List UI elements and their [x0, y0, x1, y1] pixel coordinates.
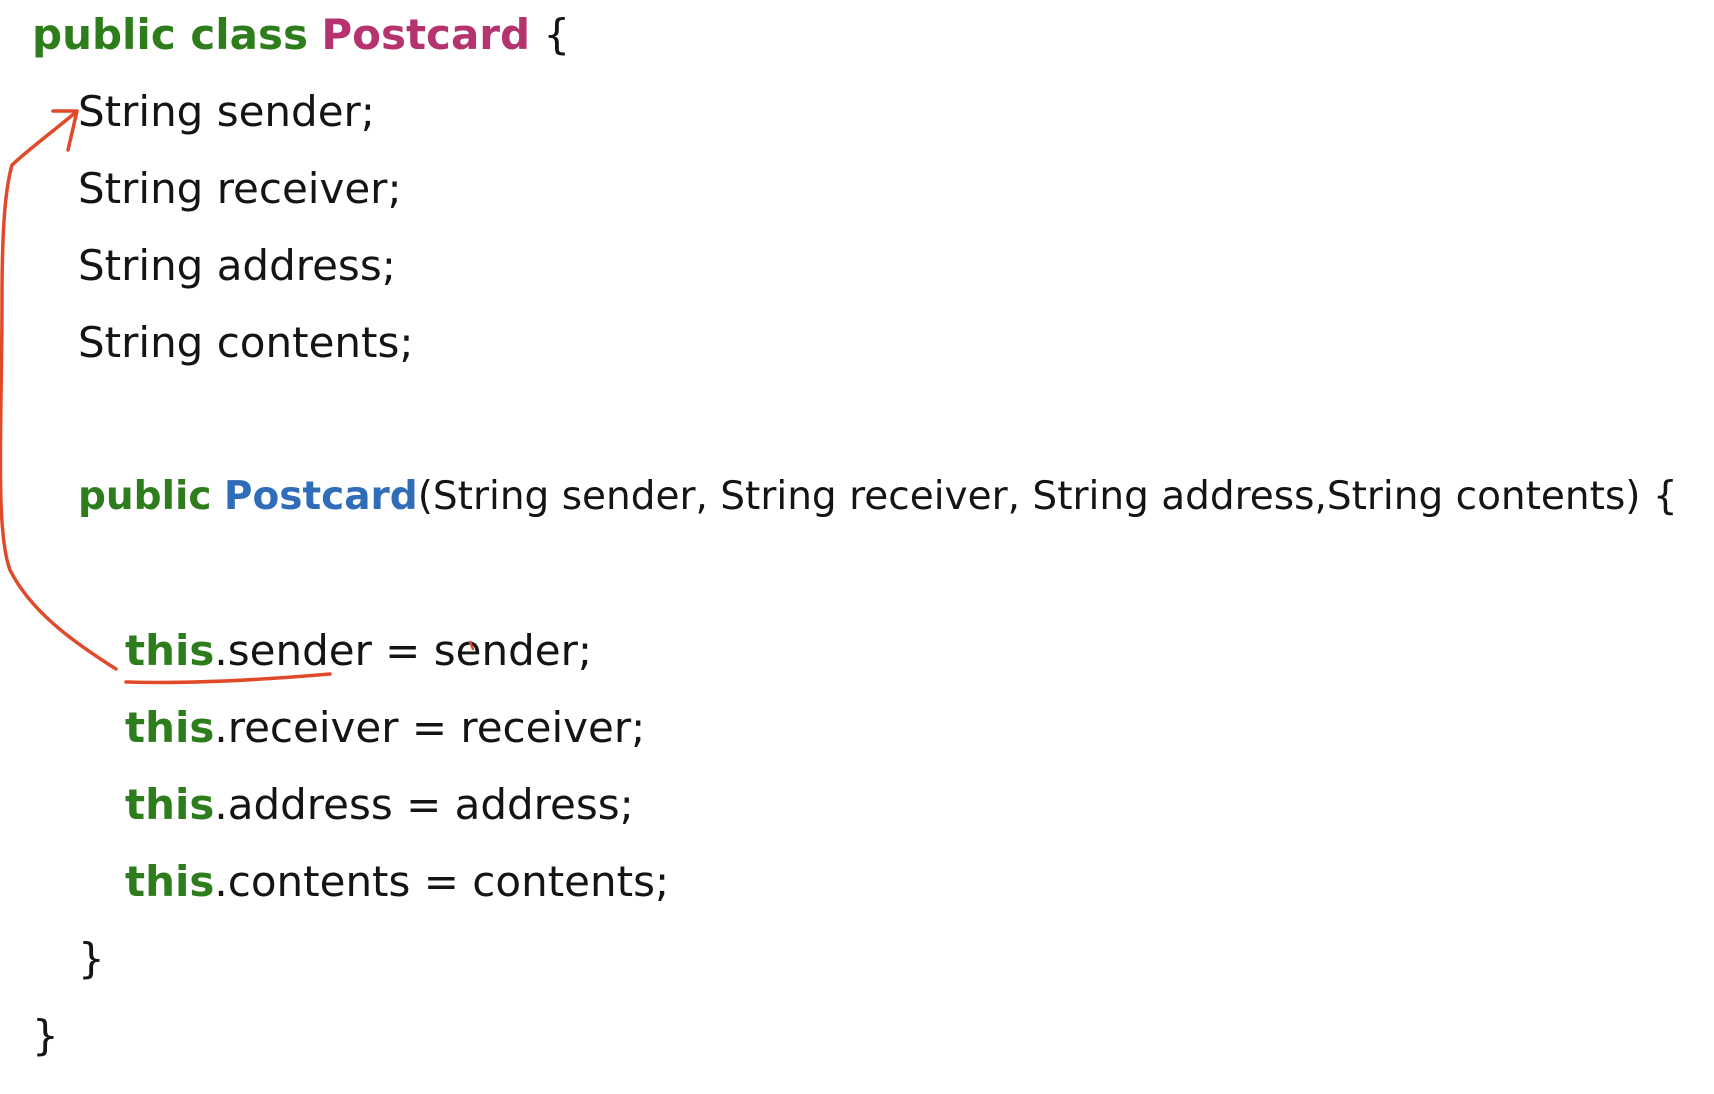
open-brace: { [530, 10, 571, 59]
field-address-line: String address; [78, 241, 396, 290]
assign-contents-rest: .contents = contents; [214, 857, 670, 906]
assign-contents-line: this.contents = contents; [125, 857, 669, 907]
constructor-close-brace: } [78, 934, 105, 983]
constructor-params: (String sender, String receiver, String … [417, 474, 1678, 519]
class-name: Postcard [321, 10, 531, 59]
keyword-this: this [125, 780, 215, 829]
assign-receiver-rest: .receiver = receiver; [214, 703, 646, 752]
field-contents-line: String contents; [78, 318, 414, 367]
keyword-this: this [125, 626, 215, 675]
class-declaration-line: public class Postcard { [32, 10, 570, 60]
field-receiver-line: String receiver; [78, 164, 402, 213]
keyword-this: this [125, 857, 215, 906]
keyword-public-class: public class [32, 10, 308, 59]
annotation-arrowhead [51, 109, 79, 152]
keyword-this: this [125, 703, 215, 752]
assign-receiver-line: this.receiver = receiver; [125, 703, 645, 753]
assign-sender-line: this.sender = sender; [125, 626, 592, 676]
code-slide: public class Postcard { String sender; S… [0, 0, 1714, 1094]
assign-address-line: this.address = address; [125, 780, 634, 830]
class-close-brace: } [32, 1011, 59, 1060]
assign-address-rest: .address = address; [214, 780, 634, 829]
constructor-name: Postcard [223, 474, 418, 519]
field-sender-line: String sender; [78, 87, 375, 136]
keyword-public: public [78, 474, 212, 519]
assign-sender-rest: .sender = sender; [214, 626, 592, 675]
constructor-signature-line: public Postcard(String sender, String re… [78, 472, 1678, 522]
